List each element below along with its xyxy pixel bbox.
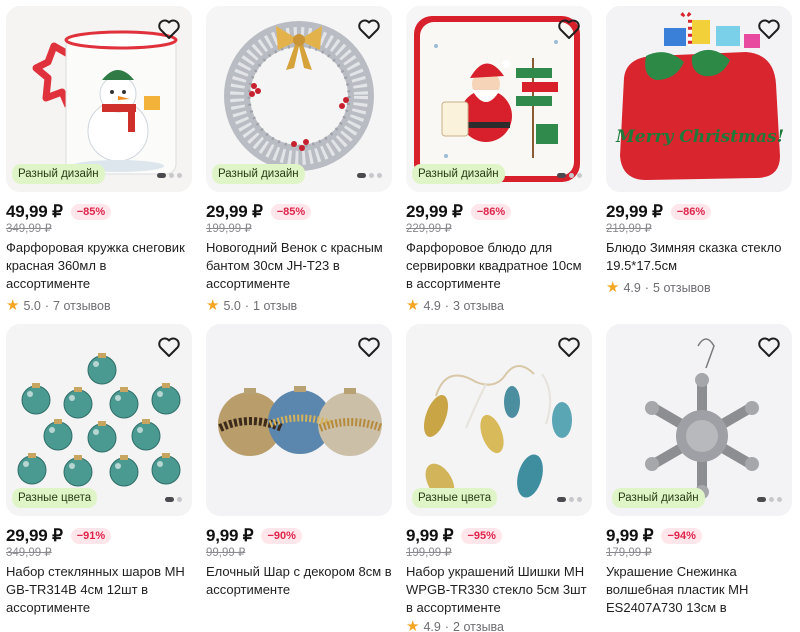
favorite-heart-icon[interactable]: [756, 334, 782, 360]
current-price: 29,99 ₽: [606, 202, 663, 221]
old-price: 199,99 ₽: [406, 547, 452, 559]
star-icon: ★: [406, 297, 420, 314]
image-carousel-dots[interactable]: [557, 497, 582, 502]
variant-badge: Разный дизайн: [12, 164, 105, 184]
product-card[interactable]: Разный дизайн 29,99 ₽ −85% 199,99 ₽ Ново…: [200, 0, 400, 318]
product-title[interactable]: Фарфоровая кружка снеговик красная 360мл…: [6, 239, 192, 293]
reviews-count: 7 отзывов: [53, 298, 111, 313]
image-carousel-dots[interactable]: [357, 173, 382, 178]
rating-separator: ·: [444, 298, 450, 313]
favorite-heart-icon[interactable]: [356, 16, 382, 42]
variant-badge: Разные цвета: [412, 488, 498, 508]
rating-row[interactable]: ★ 5.0 · 7 отзывов: [6, 298, 192, 313]
current-price: 9,99 ₽: [406, 526, 454, 545]
star-icon: ★: [6, 297, 20, 314]
favorite-heart-icon[interactable]: [556, 16, 582, 42]
variant-badge: Разный дизайн: [212, 164, 305, 184]
product-title[interactable]: Набор стеклянных шаров MH GB-TR314B 4см …: [6, 563, 192, 617]
product-card[interactable]: Merry Christmas! 29,99 ₽ −86% 219,99 ₽ Б…: [600, 0, 800, 318]
old-price: 349,99 ₽: [6, 223, 52, 235]
old-price: 99,99 ₽: [206, 547, 246, 559]
product-title[interactable]: Фарфоровое блюдо для сервировки квадратн…: [406, 239, 592, 293]
merry-christmas-lettering: Merry Christmas!: [615, 127, 784, 147]
rating-separator: ·: [244, 298, 250, 313]
variant-badge: Разные цвета: [12, 488, 98, 508]
rating-value: 4.9: [623, 280, 641, 295]
rating-value: 5.0: [23, 298, 41, 313]
favorite-heart-icon[interactable]: [756, 16, 782, 42]
product-title[interactable]: Елочный Шар с декором 8см в ассортименте: [206, 563, 392, 617]
product-card[interactable]: Разные цвета 29,99 ₽ −91% 349,99 ₽ Набор…: [0, 318, 200, 632]
discount-badge: −86%: [470, 204, 512, 220]
reviews-count: 1 отзыв: [253, 298, 298, 313]
rating-row[interactable]: ★ 4.9 · 2 отзыва: [406, 619, 592, 632]
rating-value: 4.9: [423, 298, 441, 313]
old-price: 349,99 ₽: [6, 547, 52, 559]
rating-value: 5.0: [223, 298, 241, 313]
old-price: 229,99 ₽: [406, 223, 452, 235]
product-title[interactable]: Набор украшений Шишки MH WPGB-TR330 стек…: [406, 563, 592, 617]
discount-badge: −90%: [261, 528, 302, 544]
rating-separator: ·: [44, 298, 50, 313]
product-card[interactable]: Разные цвета 9,99 ₽ −95% 199,99 ₽ Набор …: [400, 318, 600, 632]
current-price: 49,99 ₽: [6, 202, 63, 221]
current-price: 9,99 ₽: [606, 526, 654, 545]
star-icon: ★: [606, 279, 620, 296]
favorite-heart-icon[interactable]: [356, 334, 382, 360]
product-grid: Разный дизайн 49,99 ₽ −85% 349,99 ₽ Фарф…: [0, 0, 800, 632]
discount-badge: −85%: [70, 204, 112, 220]
product-image[interactable]: Merry Christmas!: [606, 6, 792, 192]
old-price: 179,99 ₽: [606, 547, 652, 559]
current-price: 29,99 ₽: [406, 202, 463, 221]
product-image[interactable]: Разные цвета: [406, 324, 592, 516]
rating-row[interactable]: ★ 4.9 · 5 отзывов: [606, 280, 792, 295]
image-carousel-dots[interactable]: [165, 497, 182, 502]
rating-separator: ·: [644, 280, 650, 295]
discount-badge: −91%: [70, 528, 112, 544]
product-card[interactable]: Разный дизайн 9,99 ₽ −94% 179,99 ₽ Украш…: [600, 318, 800, 632]
variant-badge: Разный дизайн: [612, 488, 705, 508]
product-image[interactable]: Разный дизайн: [406, 6, 592, 192]
old-price: 199,99 ₽: [206, 223, 252, 235]
rating-separator: ·: [444, 619, 450, 632]
product-image[interactable]: [206, 324, 392, 516]
product-title[interactable]: Блюдо Зимняя сказка стекло 19.5*17.5см: [606, 239, 792, 275]
reviews-count: 3 отзыва: [453, 298, 505, 313]
discount-badge: −94%: [661, 528, 702, 544]
discount-badge: −86%: [670, 204, 712, 220]
current-price: 29,99 ₽: [206, 202, 263, 221]
current-price: 9,99 ₽: [206, 526, 254, 545]
reviews-count: 2 отзыва: [453, 619, 505, 632]
rating-value: 4.9: [423, 619, 441, 632]
product-title[interactable]: Новогодний Венок с красным бантом 30см J…: [206, 239, 392, 293]
product-title[interactable]: Украшение Снежинка волшебная пластик MH …: [606, 563, 792, 617]
product-image[interactable]: Разный дизайн: [606, 324, 792, 516]
product-image[interactable]: Разные цвета: [6, 324, 192, 516]
product-image[interactable]: Разный дизайн: [6, 6, 192, 192]
star-icon: ★: [206, 297, 220, 314]
star-icon: ★: [406, 618, 420, 632]
product-image[interactable]: Разный дизайн: [206, 6, 392, 192]
rating-row[interactable]: ★ 4.9 · 3 отзыва: [406, 298, 592, 313]
favorite-heart-icon[interactable]: [156, 334, 182, 360]
product-card[interactable]: 9,99 ₽ −90% 99,99 ₽ Елочный Шар с декоро…: [200, 318, 400, 632]
rating-row[interactable]: ★ 5.0 · 1 отзыв: [206, 298, 392, 313]
variant-badge: Разный дизайн: [412, 164, 505, 184]
old-price: 219,99 ₽: [606, 223, 652, 235]
favorite-heart-icon[interactable]: [156, 16, 182, 42]
image-carousel-dots[interactable]: [757, 497, 782, 502]
image-carousel-dots[interactable]: [157, 173, 182, 178]
discount-badge: −95%: [461, 528, 502, 544]
image-carousel-dots[interactable]: [557, 173, 582, 178]
current-price: 29,99 ₽: [6, 526, 63, 545]
discount-badge: −85%: [270, 204, 312, 220]
product-card[interactable]: Разный дизайн 49,99 ₽ −85% 349,99 ₽ Фарф…: [0, 0, 200, 318]
reviews-count: 5 отзывов: [653, 280, 711, 295]
favorite-heart-icon[interactable]: [556, 334, 582, 360]
product-card[interactable]: Разный дизайн 29,99 ₽ −86% 229,99 ₽ Фарф…: [400, 0, 600, 318]
